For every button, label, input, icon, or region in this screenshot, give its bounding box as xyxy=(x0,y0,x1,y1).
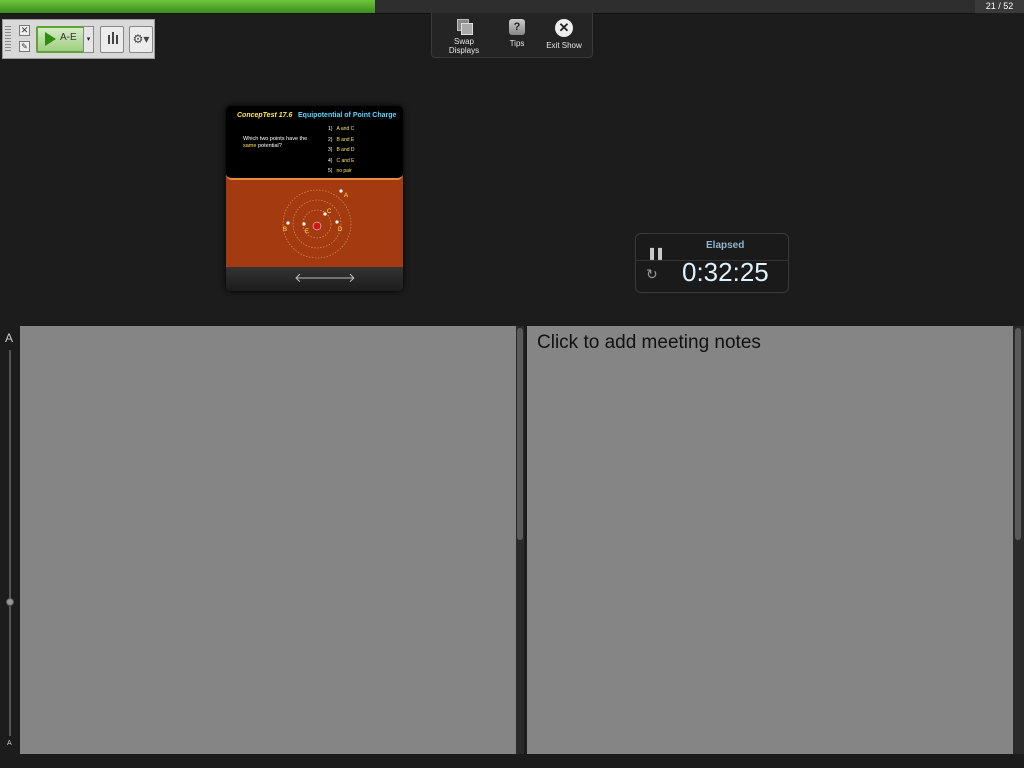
swap-displays-label: Swap Displays xyxy=(448,37,480,55)
font-size-slider-thumb[interactable] xyxy=(6,598,14,606)
bar-chart-icon xyxy=(116,35,118,44)
poll-type-label: A-E xyxy=(60,32,77,43)
slide-option: 1) A and C xyxy=(328,126,355,132)
point-label-b: B xyxy=(283,227,287,233)
font-size-large-label: A xyxy=(5,331,14,345)
slide-header-panel: ConcepTest 17.6 Equipotential of Point C… xyxy=(226,106,403,180)
presenter-toolbar: ✕ ✎ A-E ▾ ⚙▾ xyxy=(2,19,155,59)
slide-counter: 21 / 52 xyxy=(975,0,1024,13)
meeting-notes-scroll-thumb[interactable] xyxy=(1015,328,1021,540)
slide-progress-fill xyxy=(0,0,375,13)
exit-icon: ✕ xyxy=(555,19,573,37)
slide-notes-scroll-thumb[interactable] xyxy=(517,328,523,540)
slide-option: 2) B and E xyxy=(328,137,355,143)
next-slide-arrow-icon[interactable]: 🡒 xyxy=(321,270,356,286)
font-size-small-label: A xyxy=(7,740,12,747)
bar-chart-icon xyxy=(108,35,110,44)
slide-question: Which two points have the same potential… xyxy=(243,136,308,149)
bar-chart-icon xyxy=(112,32,114,44)
exit-show-button[interactable]: ✕ Exit Show xyxy=(544,19,584,50)
current-slide-preview[interactable]: ConcepTest 17.6 Equipotential of Point C… xyxy=(226,106,403,291)
timer-value: 0:32:25 xyxy=(682,257,769,287)
edit-icon[interactable]: ✎ xyxy=(19,41,30,52)
poll-type-dropdown[interactable]: ▾ xyxy=(83,26,94,53)
point-label-d: D xyxy=(338,227,343,233)
slide-subtitle: Equipotential of Point Charge xyxy=(298,112,397,119)
meeting-notes-scrollbar[interactable] xyxy=(1013,326,1024,754)
slide-title: ConcepTest 17.6 xyxy=(237,112,293,119)
timer-label: Elapsed xyxy=(706,240,745,251)
point-label-a: A xyxy=(344,193,348,199)
slide-navigation: 🡐 🡒 xyxy=(226,267,403,291)
slide-notes-panel[interactable] xyxy=(20,326,516,754)
tips-icon: ? xyxy=(509,19,525,35)
font-size-slider: A A xyxy=(0,326,20,754)
slide-progress-bar xyxy=(0,0,975,14)
swap-displays-icon xyxy=(457,19,473,35)
slide-option: 4) C and E xyxy=(328,158,355,164)
equipotential-diagram: A B C D E xyxy=(282,189,352,259)
elapsed-timer: Elapsed ❚❚ ↻ 0:32:25 xyxy=(635,233,789,293)
play-icon xyxy=(45,32,56,46)
font-size-slider-track[interactable] xyxy=(9,350,11,736)
tips-label: Tips xyxy=(509,39,525,48)
settings-button[interactable]: ⚙▾ xyxy=(129,26,153,53)
point-label-e: E xyxy=(305,229,309,235)
slide-notes-scrollbar[interactable] xyxy=(516,326,524,754)
tips-button[interactable]: ? Tips xyxy=(502,19,532,48)
show-results-button[interactable] xyxy=(100,26,124,53)
slide-content: ConcepTest 17.6 Equipotential of Point C… xyxy=(226,106,403,267)
slide-option: 3) B and D xyxy=(328,147,355,153)
point-label-c: C xyxy=(327,209,332,215)
reset-timer-icon[interactable]: ↻ xyxy=(646,266,658,283)
presenter-menu: Swap Displays ? Tips ✕ Exit Show xyxy=(431,13,593,58)
exit-show-label: Exit Show xyxy=(546,41,582,50)
swap-displays-button[interactable]: Swap Displays xyxy=(441,19,487,55)
slide-option: 5) no pair xyxy=(328,168,352,174)
close-icon[interactable]: ✕ xyxy=(19,25,30,36)
meeting-notes-panel[interactable]: Click to add meeting notes xyxy=(527,326,1013,754)
pause-icon[interactable]: ❚❚ xyxy=(647,246,665,260)
meeting-notes-placeholder[interactable]: Click to add meeting notes xyxy=(537,332,761,354)
toolbar-drag-handle[interactable] xyxy=(5,26,11,52)
